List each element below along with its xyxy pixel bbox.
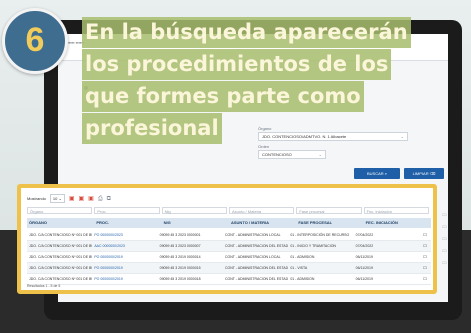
table-cell-link[interactable]: PO 0000000/2019 [92,274,157,284]
open-document-icon[interactable]: ▭ [419,263,431,273]
pdf-export-icon[interactable]: ▣ [69,196,75,202]
clear-button[interactable]: LIMPIAR ⌫ [404,168,444,179]
results-panel: Mostrando 10 ⌄ ▣ ▣ ▣ ⎙ ⧉ Órgano Proc. Ni… [17,184,437,294]
open-document-icon[interactable]: ▭ [442,212,456,224]
table-cell: 09059 45 3 2023 0000001 [159,233,201,237]
orden-select-value: CONTENCIOSO [262,152,292,157]
table-cell: 07/04/2022 [355,233,374,237]
search-button-label: BUSCAR [366,171,384,176]
column-filter-input[interactable]: Nig [161,207,227,214]
table-cell: CONT - ADMINISTRACION LOCAL [224,233,281,237]
chevron-down-icon: ⌄ [318,152,322,157]
open-document-icon[interactable]: ▭ [442,248,456,260]
table-cell: CONT - ADMINISTRACION DEL ESTADO [224,277,289,281]
table-cell: 09059 45 3 2019 0000014 [159,255,201,259]
table-cell: 01 - INTERPOSICIÓN DE RECURSO [290,233,350,237]
excel-export-icon[interactable]: ▣ [79,196,85,202]
table-cell: JDO. C/A CONTENCIOSO Nº 001 DE BURGOS [29,255,92,259]
side-icon-column: ▭ ▭ ▭ ▭ ▭ [442,212,456,272]
caption-line: profesional [82,113,222,144]
table-cell: 07/04/2022 [355,244,374,248]
caption-line: En la búsqueda aparecerán [82,17,411,48]
table-cell: 09059 45 3 2019 0000015 [159,266,201,270]
column-header[interactable]: FEC. INICIACIÓN [364,218,431,228]
csv-export-icon[interactable]: ▣ [88,196,94,202]
table-body: JDO. C/A CONTENCIOSO Nº 001 DE BURGOS PO… [27,230,431,285]
table-cell: 01 - ADMISION [290,277,315,281]
open-document-icon[interactable]: ▭ [419,252,431,262]
open-document-icon[interactable]: ▭ [419,274,431,284]
table-cell: JDO. C/A CONTENCIOSO Nº 001 DE BURGOS [29,277,92,281]
search-button[interactable]: BUSCAR ⌕ [354,168,400,179]
table-cell-link[interactable]: PO 0000000/2019 [92,263,157,273]
table-cell: 01 - VISTA [290,266,308,270]
print-icon[interactable]: ⎙ [98,196,103,202]
table-cell: 09059 45 3 2023 0000007 [159,244,201,248]
table-cell-link[interactable]: PO 0000000/2019 [92,252,157,262]
copy-icon[interactable]: ⧉ [107,196,111,202]
records-label: Mostrando [27,196,46,201]
table-cell: 06/11/2019 [355,266,373,270]
table-row[interactable]: JDO. C/A CONTENCIOSO Nº 001 DE BURGOS AA… [27,241,431,252]
table-row[interactable]: JDO. C/A CONTENCIOSO Nº 001 DE BURGOS PO… [27,230,431,241]
column-filter-input[interactable]: Fase procesal [296,207,362,214]
table-header: ÓRGANO PROC. NIG ASUNTO / MATERIA FASE P… [27,218,431,228]
instruction-caption: En la búsqueda aparecerán los procedimie… [82,17,411,145]
table-cell: 06/11/2019 [355,255,373,259]
column-filter-input[interactable]: Proc. [94,207,160,214]
table-cell: CONT - ADMINISTRACION DEL ESTADO [224,244,289,248]
table-cell: JDO. C/A CONTENCIOSO Nº 001 DE BURGOS [29,233,92,237]
open-document-icon[interactable]: ▭ [442,260,456,272]
orden-select[interactable]: CONTENCIOSO ⌄ [258,150,326,159]
column-header[interactable]: FASE PROCESAL [296,218,363,228]
table-cell-link[interactable]: AAC 0000000/2023 [92,241,157,251]
column-header[interactable]: PROC. [94,218,161,228]
table-cell: CONT - ADMINISTRACION DEL ESTADO [224,266,289,270]
open-document-icon[interactable]: ▭ [419,230,431,240]
column-header[interactable]: NIG [162,218,229,228]
records-per-page-value: 10 [52,196,58,201]
column-filter-input[interactable]: Asunto / Materia [228,207,295,214]
results-toolbar: Mostrando 10 ⌄ ▣ ▣ ▣ ⎙ ⧉ [27,194,111,203]
column-header[interactable]: ÓRGANO [27,218,94,228]
column-filter-input[interactable]: Órgano [27,207,93,214]
table-cell: 01 - ADMISION [290,255,315,259]
column-filter-row: Órgano Proc. Nig Asunto / Materia Fase p… [27,207,431,214]
table-row[interactable]: JDO. C/A CONTENCIOSO Nº 001 DE BURGOS PO… [27,252,431,263]
table-cell-link[interactable]: PO 0000000/2023 [92,230,157,240]
open-document-icon[interactable]: ▭ [442,224,456,236]
table-row[interactable]: JDO. C/A CONTENCIOSO Nº 001 DE BURGOS PO… [27,263,431,274]
eraser-icon: ⌫ [429,171,436,176]
open-document-icon[interactable]: ▭ [419,241,431,251]
caption-line: los procedimientos de los [82,49,392,80]
column-filter-input[interactable]: Fec. iniciación [363,207,429,214]
step-number-badge: 6 [2,8,68,74]
table-cell: 09059 45 3 2019 0000018 [159,277,201,281]
table-row[interactable]: JDO. C/A CONTENCIOSO Nº 001 DE BURGOS PO… [27,274,431,285]
table-cell: 01 - INICIO Y TRAMITACION [290,244,336,248]
table-cell: JDO. C/A CONTENCIOSO Nº 001 DE BURGOS [29,244,92,248]
search-icon: ⌕ [384,171,388,176]
table-cell: 06/11/2019 [355,277,373,281]
records-per-page-select[interactable]: 10 ⌄ [49,194,65,203]
clear-button-label: LIMPIAR [412,171,429,176]
results-count: Resultados 1 - 5 de 5 [27,284,61,288]
open-document-icon[interactable]: ▭ [442,236,456,248]
column-header[interactable]: ASUNTO / MATERIA [229,218,296,228]
caption-line: que formes parte como [82,81,364,112]
table-cell: CONT - ADMINISTRACION LOCAL [224,255,281,259]
table-cell: JDO. C/A CONTENCIOSO Nº 001 DE BURGOS [29,266,92,270]
